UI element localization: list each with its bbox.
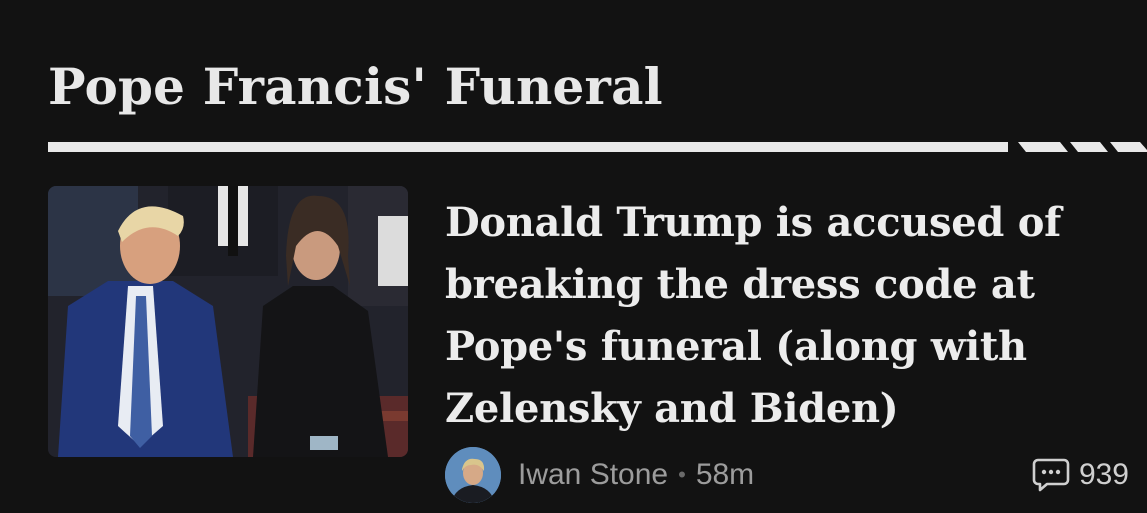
published-time: 58m [695, 458, 755, 491]
article-headline[interactable]: Donald Trump is accused of breaking the … [445, 192, 1135, 440]
author-avatar-image [445, 447, 501, 503]
article-thumbnail[interactable] [48, 186, 408, 457]
byline-separator: • [678, 462, 686, 487]
section-title[interactable]: Pope Francis' Funeral [48, 52, 663, 122]
comment-bubble-icon [1032, 458, 1070, 492]
article-byline: Iwan Stone • 58m [445, 446, 754, 504]
author-avatar[interactable] [445, 447, 501, 503]
comment-count: 939 [1078, 458, 1129, 491]
author-name[interactable]: Iwan Stone [518, 458, 668, 492]
comments-button[interactable]: 939 [1032, 446, 1129, 504]
thumbnail-photo-image [48, 186, 408, 457]
article-card[interactable]: Donald Trump is accused of breaking the … [48, 186, 1147, 513]
section-title-divider [48, 142, 1147, 152]
